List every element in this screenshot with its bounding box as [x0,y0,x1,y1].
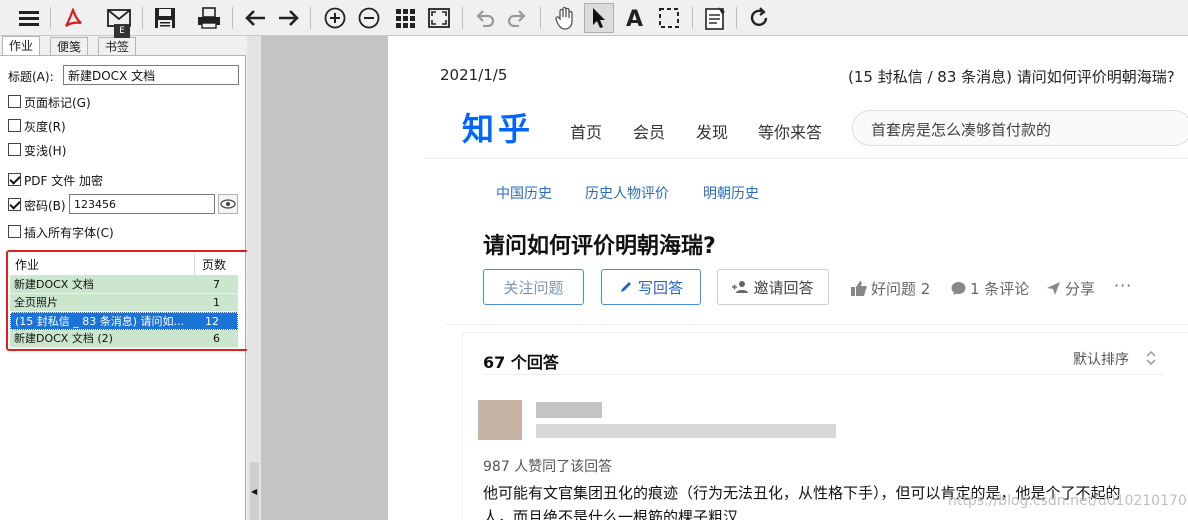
nav-waiting[interactable]: 等你来答 [758,119,822,143]
avatar[interactable] [478,400,522,440]
topic-tag[interactable]: 中国历史 [496,183,552,203]
job-column-header[interactable]: 作业 [15,254,39,276]
grayscale-label: 灰度(R) [24,120,66,134]
pdf-icon[interactable] [58,3,88,33]
title-label: 标题(A): [8,70,54,84]
nav-discover[interactable]: 发现 [696,119,728,143]
page-mark-checkbox[interactable] [8,95,21,108]
email-shortcut-badge: E [114,24,130,38]
svg-text:A: A [626,7,643,29]
print-preview-page: 2021/1/5 (15 封私信 / 83 条消息) 请问如何评价明朝海瑞? 知… [388,36,1188,520]
follow-question-button[interactable]: 关注问题 [483,269,584,305]
refresh-icon[interactable] [744,3,774,33]
search-input[interactable]: 首套房是怎么凑够首付款的 [852,110,1188,146]
grayscale-checkbox[interactable] [8,119,21,132]
nav-home[interactable]: 首页 [570,119,602,143]
notes-icon[interactable] [700,3,730,33]
print-date: 2021/1/5 [440,66,508,84]
tab-jobs[interactable]: 作业 [2,36,41,56]
embed-fonts-label: 插入所有字体(C) [24,226,114,240]
pointer-icon[interactable] [584,3,614,33]
show-password-button[interactable] [218,194,238,214]
answer-text: 人，而且绝不是什么一根筋的棵子粗汉 [483,508,739,520]
undo-icon[interactable] [470,3,500,33]
sort-dropdown[interactable]: 默认排序 [1073,349,1129,369]
pdf-encrypt-label: PDF 文件 加密 [24,174,104,188]
tab-bookmarks[interactable]: 书签 [98,37,137,56]
invite-answer-button[interactable]: 邀请回答 [717,269,829,305]
tab-notes[interactable]: 便笺 [50,37,89,56]
preview-background [261,36,388,520]
share-icon [1047,282,1060,295]
embed-fonts-checkbox[interactable] [8,225,21,238]
zoom-in-icon[interactable] [320,3,350,33]
table-row-selected[interactable]: (15 封私信 _ 83 条消息) 请问如... 12 [10,312,238,330]
menu-icon[interactable] [14,3,44,33]
lighten-checkbox[interactable] [8,143,21,156]
upvote-count: 987 人赞同了该回答 [483,459,613,475]
table-row[interactable]: 全页照片 1 [10,294,238,312]
table-row[interactable]: 新建DOCX 文档 (2) 6 [10,330,238,348]
selection-icon[interactable] [654,3,684,33]
zhihu-logo[interactable]: 知乎 [462,104,534,150]
password-checkbox[interactable] [8,198,21,211]
topic-tag[interactable]: 明朝历史 [703,183,759,203]
thumbs-up-icon [851,281,867,296]
password-label: 密码(B) [24,199,66,213]
print-header-title: (15 封私信 / 83 条消息) 请问如何评价明朝海瑞? [848,68,1175,86]
more-button[interactable]: ··· [1114,276,1132,295]
write-answer-button[interactable]: 写回答 [601,269,701,305]
share-button[interactable]: 分享 [1046,278,1095,299]
forward-icon[interactable] [274,3,304,33]
save-icon[interactable] [150,3,180,33]
sort-chevron-icon [1146,350,1156,366]
comments-button[interactable]: 1 条评论 [951,278,1029,299]
password-input[interactable] [69,194,215,214]
pages-column-header[interactable]: 页数 [202,254,226,276]
author-bio-blurred [536,424,836,438]
hand-icon[interactable] [550,3,580,33]
eye-icon [220,199,236,209]
redo-icon[interactable] [502,3,532,33]
jobs-table-header: 作业 页数 [10,254,238,276]
pencil-icon [620,282,631,292]
collapse-arrow-icon[interactable]: ◀ [251,487,257,496]
author-name-blurred [536,402,602,418]
good-question-button[interactable]: 好问题 2 [851,278,930,299]
back-icon[interactable] [240,3,270,33]
text-icon[interactable]: A [620,3,650,33]
page-mark-label: 页面标记(G) [24,96,91,110]
zoom-out-icon[interactable] [354,3,384,33]
question-title: 请问如何评价明朝海瑞? [483,234,716,259]
title-input[interactable] [63,65,239,85]
answer-count: 67 个回答 [483,353,559,372]
jobs-table: 作业 页数 新建DOCX 文档 7 全页照片 1 (15 封私信 _ 83 条消… [10,254,238,348]
panel-splitter[interactable] [247,36,261,520]
lighten-label: 变浅(H) [24,144,67,158]
topic-tag[interactable]: 历史人物评价 [585,183,669,203]
fit-page-icon[interactable] [424,3,454,33]
nav-vip[interactable]: 会员 [633,119,665,143]
add-user-icon [732,281,749,293]
watermark: https://blog.csdn.net/u010210170 [948,493,1187,509]
toolbar: E A [0,0,1188,38]
panel-tabs: 作业 便笺 书签 [0,36,246,56]
pdf-encrypt-checkbox[interactable] [8,173,21,186]
table-row[interactable]: 新建DOCX 文档 7 [10,276,238,294]
comment-icon [951,282,966,295]
grid-icon[interactable] [390,3,420,33]
print-icon[interactable] [194,3,224,33]
